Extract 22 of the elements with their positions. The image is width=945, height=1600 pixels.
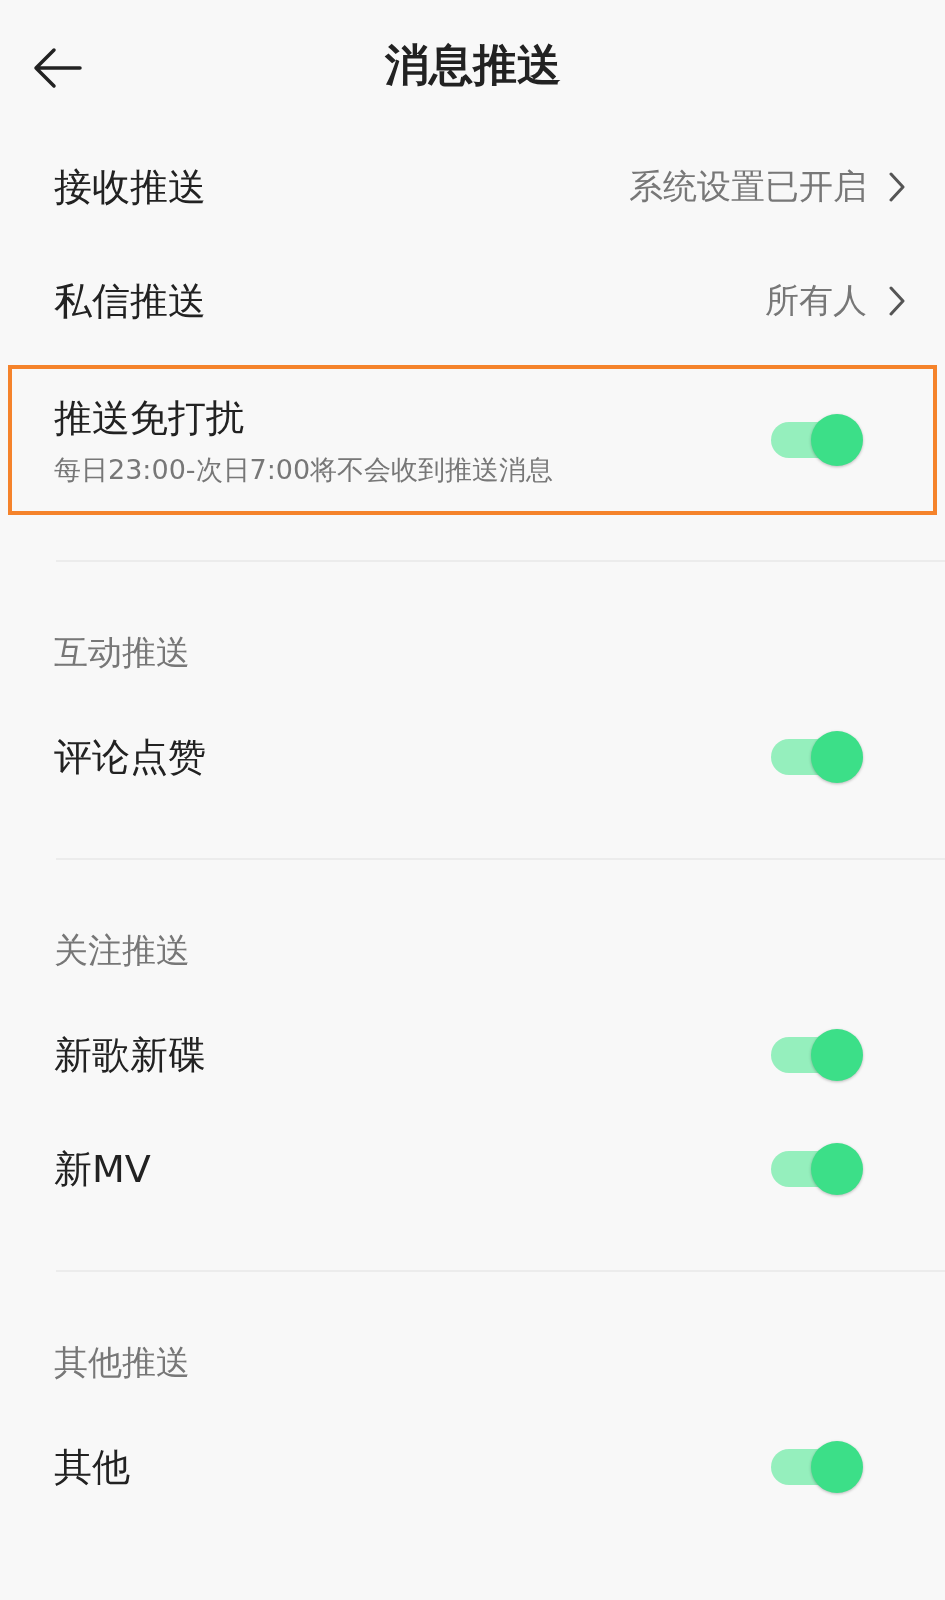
chevron-icon[interactable] [889,172,905,202]
toggle-switch[interactable] [769,1027,865,1083]
row-label: 新歌新碟 [54,1031,207,1079]
row-label: 接收推送 [54,163,207,211]
section-header: 关注推送 [53,929,191,972]
row-value[interactable]: 所有人 [765,278,867,324]
toggle-switch[interactable] [769,729,865,785]
toggle-switch[interactable] [769,1141,865,1197]
row-value[interactable]: 系统设置已开启 [629,164,867,210]
page-title: 消息推送 [384,37,561,92]
section-header: 互动推送 [53,631,191,674]
row-label: 评论点赞 [54,733,207,781]
row-label: 新MV [54,1145,152,1193]
toggle-switch[interactable] [769,412,865,468]
row-label: 推送免打扰 [54,394,245,442]
row-label: 其他 [54,1443,131,1491]
back-arrow-icon[interactable] [32,46,82,90]
row-description: 每日23:00-次日7:00将不会收到推送消息 [54,452,555,487]
section-header: 其他推送 [53,1341,191,1384]
chevron-icon[interactable] [889,286,905,316]
toggle-switch[interactable] [769,1439,865,1495]
row-label: 私信推送 [54,277,207,325]
